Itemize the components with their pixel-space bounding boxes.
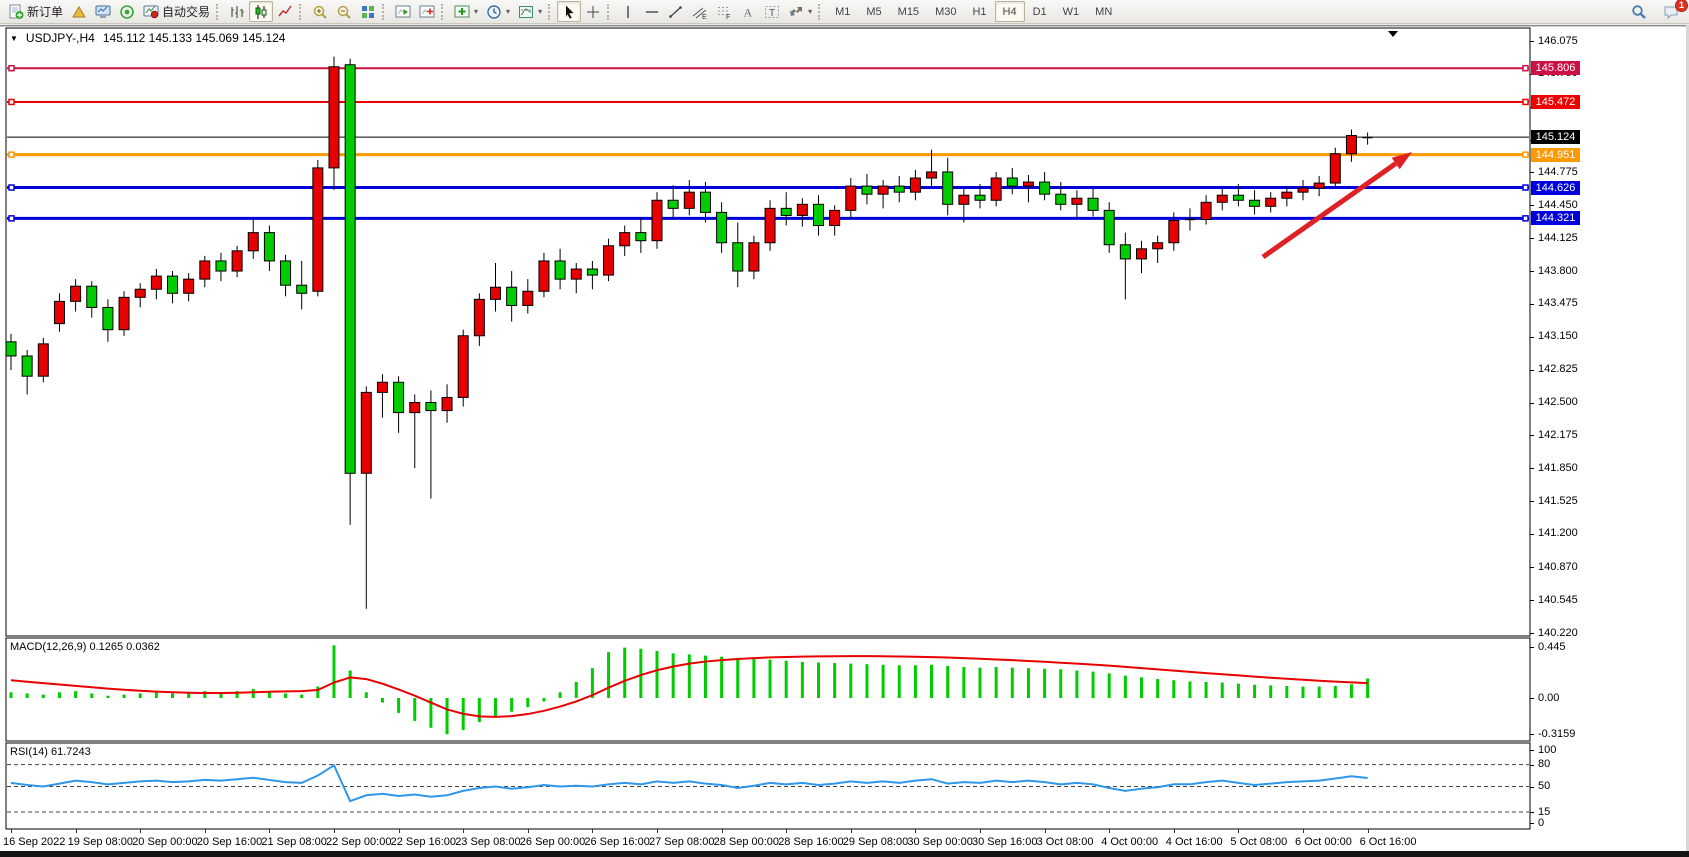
chart-title: ▼ USDJPY-,H4 145.112 145.133 145.069 145… — [10, 31, 285, 45]
chart-canvas[interactable] — [0, 0, 1689, 857]
chart-window[interactable]: 146.075145.750145.425145.100144.775144.4… — [0, 25, 1689, 851]
mt4-terminal: 新订单自动交易▾▾▾EFAT▾M1M5M15M30H1H4D1W1MN1 146… — [0, 0, 1689, 857]
ohlc-readout: 145.112 145.133 145.069 145.124 — [103, 31, 286, 45]
main-pane[interactable] — [6, 28, 1530, 636]
rsi-indicator-label: RSI(14) 61.7243 — [10, 746, 91, 758]
title-collapse-icon[interactable]: ▼ — [10, 34, 18, 43]
symbol-period-label: USDJPY-,H4 — [26, 31, 95, 45]
macd-pane[interactable] — [6, 638, 1530, 741]
bottom-border-bar — [0, 851, 1689, 857]
macd-indicator-label: MACD(12,26,9) 0.1265 0.0362 — [10, 641, 160, 653]
